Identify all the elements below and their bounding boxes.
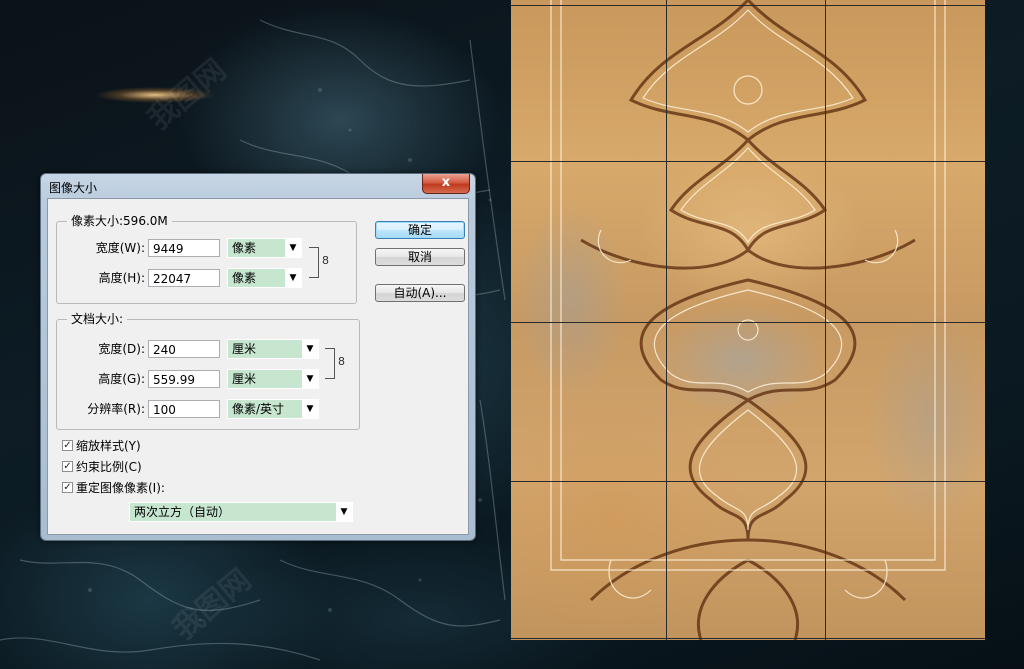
resolution-label: 分辨率(R): [87, 402, 145, 416]
dialog-titlebar[interactable]: 图像大小 x [41, 174, 475, 198]
cancel-button[interactable]: 取消 [375, 248, 465, 266]
doc-width-label: 宽度(D): [98, 342, 145, 356]
constrain-proportions-label: 约束比例(C) [76, 460, 142, 474]
constrain-bracket [309, 247, 319, 278]
resample-method-value: 两次立方（自动） [134, 505, 231, 519]
document-size-heading: 文档大小: [67, 312, 128, 326]
doc-height-unit-select[interactable]: 厘米 ▼ [227, 369, 319, 389]
marble-ornament-and-grid [511, 0, 985, 640]
pixel-height-input[interactable]: 22047 [148, 269, 220, 287]
scale-styles-checkbox[interactable]: ✓ [62, 440, 73, 451]
doc-height-input[interactable]: 559.99 [148, 370, 220, 388]
constrain-proportions-checkbox[interactable]: ✓ [62, 461, 73, 472]
resample-method-select[interactable]: 两次立方（自动） ▼ [129, 502, 353, 522]
resolution-unit-select[interactable]: 像素/英寸 ▼ [227, 399, 319, 419]
resample-label: 重定图像像素(I): [76, 481, 165, 495]
dialog-body: 像素大小:596.0M 宽度(W): 9449 像素 ▼ 高度(H): 2204… [47, 198, 469, 535]
chevron-down-icon: ▼ [302, 340, 318, 358]
pixel-height-unit-value: 像素 [232, 271, 257, 285]
chevron-down-icon: ▼ [302, 370, 318, 388]
doc-width-unit-value: 厘米 [232, 342, 257, 356]
link-chain-icon: 8 [338, 355, 345, 368]
doc-width-unit-select[interactable]: 厘米 ▼ [227, 339, 319, 359]
dialog-title: 图像大小 [49, 181, 98, 195]
chevron-down-icon: ▼ [336, 503, 352, 521]
resample-checkbox[interactable]: ✓ [62, 482, 73, 493]
close-button[interactable]: x [422, 174, 470, 194]
chevron-down-icon: ▼ [302, 400, 318, 418]
ok-button[interactable]: 确定 [375, 221, 465, 239]
pixel-width-unit-value: 像素 [232, 241, 257, 255]
resolution-input[interactable]: 100 [148, 400, 220, 418]
pixel-dimensions-heading: 像素大小:596.0M [67, 214, 172, 228]
close-icon: x [441, 175, 451, 190]
pixel-height-label: 高度(H): [98, 271, 145, 285]
chevron-down-icon: ▼ [285, 269, 301, 287]
pixel-height-unit-select[interactable]: 像素 ▼ [227, 268, 302, 288]
link-chain-icon: 8 [322, 254, 329, 267]
chevron-down-icon: ▼ [285, 239, 301, 257]
image-size-dialog: 图像大小 x 像素大小:596.0M 宽度(W): 9449 像素 ▼ 高度(H… [40, 173, 476, 541]
constrain-bracket [325, 348, 335, 379]
auto-button[interactable]: 自动(A)... [375, 284, 465, 302]
resolution-unit-value: 像素/英寸 [232, 402, 285, 416]
doc-width-input[interactable]: 240 [148, 340, 220, 358]
document-size-group: 文档大小: 宽度(D): 240 厘米 ▼ 高度(G): 559.99 厘米 ▼… [56, 312, 360, 430]
scale-styles-label: 缩放样式(Y) [76, 439, 141, 453]
pixel-width-unit-select[interactable]: 像素 ▼ [227, 238, 302, 258]
pixel-width-label: 宽度(W): [95, 241, 145, 255]
doc-height-unit-value: 厘米 [232, 372, 257, 386]
marble-pattern-image [511, 0, 985, 640]
pixel-width-input[interactable]: 9449 [148, 239, 220, 257]
pixel-dimensions-group: 像素大小:596.0M 宽度(W): 9449 像素 ▼ 高度(H): 2204… [56, 214, 357, 304]
doc-height-label: 高度(G): [98, 372, 145, 386]
